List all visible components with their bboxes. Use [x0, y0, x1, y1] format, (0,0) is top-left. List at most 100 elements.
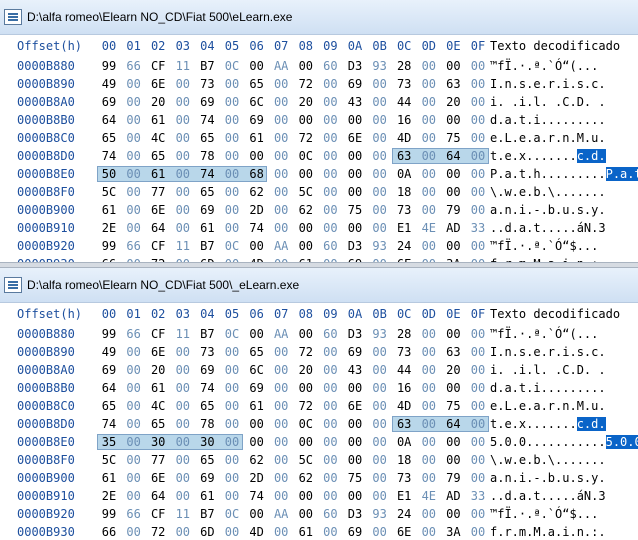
- byte-cell[interactable]: E1: [393, 487, 415, 505]
- byte-cell[interactable]: 33: [467, 487, 489, 505]
- byte-cell[interactable]: 00: [369, 433, 391, 451]
- byte-cell[interactable]: 74: [196, 165, 218, 183]
- byte-cell[interactable]: 69: [196, 93, 218, 111]
- byte-cell[interactable]: 00: [270, 165, 292, 183]
- byte-cell[interactable]: 72: [295, 75, 317, 93]
- byte-cell[interactable]: 61: [98, 201, 120, 219]
- byte-cell[interactable]: 64: [442, 415, 464, 433]
- byte-cell[interactable]: 00: [221, 397, 243, 415]
- byte-cell[interactable]: 4D: [393, 129, 415, 147]
- byte-cell[interactable]: 00: [467, 343, 489, 361]
- byte-cell[interactable]: 00: [319, 165, 341, 183]
- hex-view-top[interactable]: D:\alfa romeo\Elearn NO_CD\Fiat 500\eLea…: [0, 0, 638, 262]
- byte-cell[interactable]: 4E: [418, 487, 440, 505]
- hex-row[interactable]: 0000B8A0 69 00 20 00 69 00 6C 00 20 00 43 00 44 00 20 00…: [0, 361, 638, 379]
- byte-cell[interactable]: 00: [319, 129, 341, 147]
- byte-cell[interactable]: 63: [393, 415, 415, 433]
- byte-cell[interactable]: 78: [196, 147, 218, 165]
- byte-cell[interactable]: 5C: [295, 183, 317, 201]
- byte-cell[interactable]: 00: [172, 129, 194, 147]
- byte-cell[interactable]: 00: [418, 361, 440, 379]
- byte-cell[interactable]: 00: [418, 415, 440, 433]
- byte-cell[interactable]: 0C: [221, 237, 243, 255]
- byte-cell[interactable]: 65: [196, 397, 218, 415]
- byte-cell[interactable]: 00: [319, 183, 341, 201]
- byte-cell[interactable]: 00: [418, 129, 440, 147]
- byte-cell[interactable]: 00: [369, 75, 391, 93]
- byte-cell[interactable]: 00: [418, 255, 440, 262]
- byte-cell[interactable]: 00: [418, 57, 440, 75]
- byte-cell[interactable]: 6C: [246, 361, 268, 379]
- byte-cell[interactable]: 00: [319, 451, 341, 469]
- hex-row[interactable]: 0000B920 99 66 CF 11 B7 0C 00 AA 00 60 D3 93 24 00 00 00…: [0, 505, 638, 523]
- byte-cell[interactable]: 00: [418, 237, 440, 255]
- byte-cell[interactable]: 00: [172, 147, 194, 165]
- byte-cell[interactable]: 00: [369, 469, 391, 487]
- byte-cell[interactable]: 61: [295, 523, 317, 540]
- byte-cell[interactable]: 00: [270, 75, 292, 93]
- byte-cell[interactable]: 00: [319, 201, 341, 219]
- byte-cell[interactable]: 64: [98, 111, 120, 129]
- byte-cell[interactable]: 00: [270, 343, 292, 361]
- byte-cell[interactable]: 00: [221, 219, 243, 237]
- byte-cell[interactable]: 00: [295, 237, 317, 255]
- byte-cell[interactable]: 72: [147, 523, 169, 540]
- byte-cell[interactable]: 0C: [221, 325, 243, 343]
- byte-cell[interactable]: 00: [221, 433, 243, 451]
- byte-cell[interactable]: 00: [123, 415, 145, 433]
- byte-cell[interactable]: D3: [344, 237, 366, 255]
- byte-cell[interactable]: 00: [123, 129, 145, 147]
- byte-cell[interactable]: 73: [393, 201, 415, 219]
- byte-cell[interactable]: 00: [418, 433, 440, 451]
- byte-cell[interactable]: 00: [270, 111, 292, 129]
- byte-cell[interactable]: 75: [344, 469, 366, 487]
- byte-cell[interactable]: 00: [344, 147, 366, 165]
- byte-cell[interactable]: 4C: [147, 129, 169, 147]
- byte-cell[interactable]: 65: [147, 147, 169, 165]
- byte-cell[interactable]: 00: [172, 433, 194, 451]
- byte-cell[interactable]: 00: [172, 523, 194, 540]
- byte-cell[interactable]: 64: [98, 379, 120, 397]
- byte-cell[interactable]: 00: [123, 147, 145, 165]
- byte-cell[interactable]: CF: [147, 505, 169, 523]
- byte-cell[interactable]: 00: [319, 111, 341, 129]
- byte-cell[interactable]: 6C: [246, 93, 268, 111]
- byte-cell[interactable]: 00: [369, 255, 391, 262]
- byte-cell[interactable]: 00: [344, 433, 366, 451]
- byte-cell[interactable]: 60: [319, 505, 341, 523]
- byte-cell[interactable]: 00: [369, 487, 391, 505]
- byte-cell[interactable]: 00: [442, 237, 464, 255]
- hex-row[interactable]: 0000B900 61 00 6E 00 69 00 2D 00 62 00 75 00 73 00 79 00…: [0, 201, 638, 219]
- hex-row[interactable]: 0000B8F0 5C 00 77 00 65 00 62 00 5C 00 00 00 18 00 00 00…: [0, 451, 638, 469]
- byte-cell[interactable]: 00: [221, 343, 243, 361]
- byte-cell[interactable]: 65: [196, 183, 218, 201]
- byte-cell[interactable]: 66: [98, 523, 120, 540]
- hex-row[interactable]: 0000B880 99 66 CF 11 B7 0C 00 AA 00 60 D3 93 28 00 00 00…: [0, 57, 638, 75]
- byte-cell[interactable]: 62: [295, 201, 317, 219]
- hex-row[interactable]: 0000B8D0 74 00 65 00 78 00 00 00 0C 00 00 00 63 00 64 00…: [0, 147, 638, 165]
- byte-cell[interactable]: 69: [98, 93, 120, 111]
- byte-cell[interactable]: 73: [393, 469, 415, 487]
- byte-cell[interactable]: 00: [221, 147, 243, 165]
- decoded-text-cell[interactable]: a.n.i.-.b.u.s.y.: [490, 469, 606, 487]
- hex-row[interactable]: 0000B8D0 74 00 65 00 78 00 00 00 0C 00 00 00 63 00 64 00…: [0, 415, 638, 433]
- byte-cell[interactable]: 00: [369, 451, 391, 469]
- byte-cell[interactable]: B7: [196, 237, 218, 255]
- byte-cell[interactable]: 69: [196, 361, 218, 379]
- byte-cell[interactable]: 00: [123, 219, 145, 237]
- byte-cell[interactable]: 64: [147, 487, 169, 505]
- byte-cell[interactable]: 00: [319, 147, 341, 165]
- decoded-text-cell[interactable]: \.w.e.b.\.......: [490, 451, 606, 469]
- byte-cell[interactable]: 62: [246, 451, 268, 469]
- byte-cell[interactable]: 5C: [295, 451, 317, 469]
- byte-cell[interactable]: 93: [369, 325, 391, 343]
- byte-cell[interactable]: 00: [442, 57, 464, 75]
- byte-cell[interactable]: 69: [344, 255, 366, 262]
- byte-cell[interactable]: 74: [196, 379, 218, 397]
- byte-cell[interactable]: 00: [172, 75, 194, 93]
- byte-cell[interactable]: CF: [147, 57, 169, 75]
- byte-cell[interactable]: 00: [467, 361, 489, 379]
- byte-cell[interactable]: 00: [467, 147, 489, 165]
- byte-cell[interactable]: 00: [295, 379, 317, 397]
- byte-cell[interactable]: 66: [123, 325, 145, 343]
